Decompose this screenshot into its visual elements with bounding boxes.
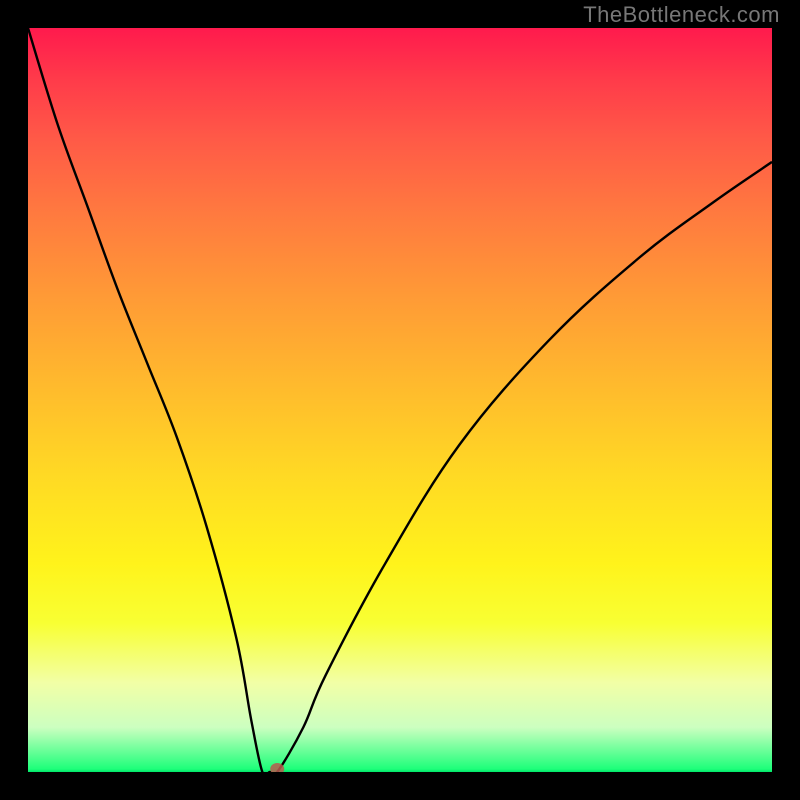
bottleneck-curve bbox=[28, 28, 772, 772]
curve-svg bbox=[28, 28, 772, 772]
chart-frame: TheBottleneck.com bbox=[0, 0, 800, 800]
plot-area bbox=[28, 28, 772, 772]
watermark-text: TheBottleneck.com bbox=[583, 2, 780, 28]
